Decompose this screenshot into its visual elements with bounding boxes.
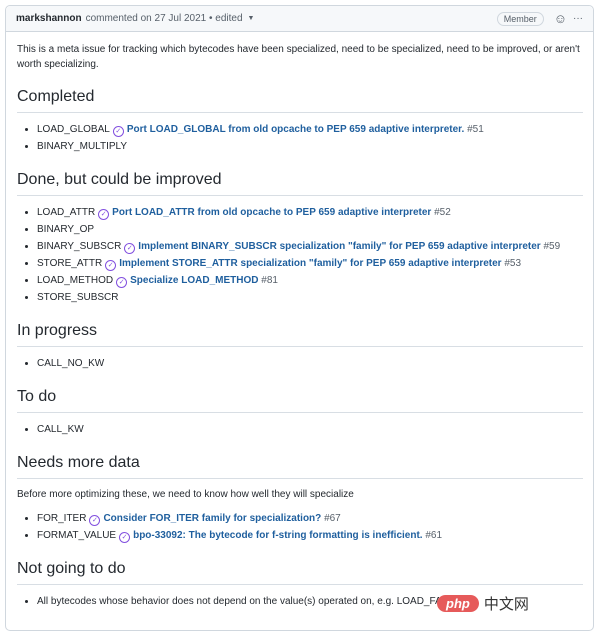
issue-number: #53 [504, 258, 522, 269]
bytecode-list: FOR_ITER✓Consider FOR_ITER family for sp… [17, 510, 583, 544]
section-heading: Done, but could be improved [17, 169, 583, 196]
bytecode-name: FORMAT_VALUE [37, 530, 117, 541]
bytecode-list: LOAD_ATTR✓Port LOAD_ATTR from old opcach… [17, 204, 583, 306]
smiley-icon[interactable]: ☺ [554, 11, 567, 26]
issue-number: #67 [324, 513, 341, 524]
bytecode-name: STORE_SUBSCR [37, 292, 119, 303]
watermark-php: php [437, 595, 479, 612]
list-item: FOR_ITER✓Consider FOR_ITER family for sp… [37, 510, 583, 527]
section-heading: Not going to do [17, 558, 583, 585]
issue-number: #81 [261, 275, 278, 286]
bytecode-name: STORE_ATTR [37, 258, 103, 269]
issue-link[interactable]: Implement STORE_ATTR specialization "fam… [119, 258, 501, 269]
bytecode-name: CALL_NO_KW [37, 358, 105, 369]
section-heading: To do [17, 386, 583, 413]
bytecode-name: FOR_ITER [37, 513, 87, 524]
kebab-icon[interactable]: ··· [573, 13, 583, 24]
bytecode-name: LOAD_GLOBAL [37, 124, 110, 135]
bytecode-name: BINARY_MULTIPLY [37, 141, 128, 152]
list-item: STORE_SUBSCR [37, 289, 583, 306]
closed-issue-icon: ✓ [119, 532, 131, 543]
issue-number: #52 [434, 207, 451, 218]
watermark-logo: php 中文网 [437, 593, 529, 614]
list-item: BINARY_SUBSCR✓Implement BINARY_SUBSCR sp… [37, 238, 583, 255]
comment-body: This is a meta issue for tracking which … [6, 32, 593, 610]
list-item: LOAD_METHOD✓Specialize LOAD_METHOD #81 [37, 272, 583, 289]
bytecode-name: BINARY_SUBSCR [37, 241, 122, 252]
comment-header: markshannon commented on 27 Jul 2021 • e… [6, 6, 593, 32]
comment-meta[interactable]: commented on 27 Jul 2021 • edited [86, 13, 243, 24]
issue-number: #51 [467, 124, 484, 135]
issue-number: #59 [543, 241, 561, 252]
list-item: LOAD_ATTR✓Port LOAD_ATTR from old opcach… [37, 204, 583, 221]
list-item: CALL_NO_KW [37, 355, 583, 372]
list-item: BINARY_MULTIPLY [37, 138, 583, 155]
section-text: Before more optimizing these, we need to… [17, 489, 354, 500]
bytecode-name: CALL_KW [37, 424, 84, 435]
bytecode-list: CALL_NO_KW [17, 355, 583, 372]
bytecode-name: All bytecodes whose behavior does not de… [37, 596, 455, 607]
intro-text: This is a meta issue for tracking which … [17, 44, 580, 70]
bytecode-name: LOAD_METHOD [37, 275, 114, 286]
bytecode-name: LOAD_ATTR [37, 207, 96, 218]
issue-number: #61 [425, 530, 443, 541]
closed-issue-icon: ✓ [105, 260, 117, 271]
closed-issue-icon: ✓ [89, 515, 101, 526]
watermark-text: 中文网 [483, 596, 529, 613]
closed-issue-icon: ✓ [124, 243, 136, 254]
role-badge: Member [496, 11, 544, 26]
issue-link[interactable]: Port LOAD_ATTR from old opcache to PEP 6… [112, 207, 431, 218]
section-heading: Completed [17, 86, 583, 113]
list-item: BINARY_OP [37, 221, 583, 238]
list-item: FORMAT_VALUE✓bpo-33092: The bytecode for… [37, 527, 583, 544]
list-item: STORE_ATTR✓Implement STORE_ATTR speciali… [37, 255, 583, 272]
section-heading: In progress [17, 320, 583, 347]
closed-issue-icon: ✓ [116, 277, 128, 288]
issue-link[interactable]: bpo-33092: The bytecode for f-string for… [133, 530, 422, 541]
chevron-down-icon[interactable]: ▼ [248, 15, 255, 22]
closed-issue-icon: ✓ [112, 126, 124, 137]
issue-link[interactable]: Specialize LOAD_METHOD [130, 275, 258, 286]
author-link[interactable]: markshannon [16, 13, 82, 24]
issue-link[interactable]: Consider FOR_ITER family for specializat… [103, 513, 321, 524]
closed-issue-icon: ✓ [98, 209, 110, 220]
issue-link[interactable]: Implement BINARY_SUBSCR specialization "… [138, 241, 540, 252]
list-item: LOAD_GLOBAL✓Port LOAD_GLOBAL from old op… [37, 121, 583, 138]
issue-comment: markshannon commented on 27 Jul 2021 • e… [5, 5, 594, 631]
bytecode-list: CALL_KW [17, 421, 583, 438]
list-item: CALL_KW [37, 421, 583, 438]
section-heading: Needs more data [17, 452, 583, 479]
bytecode-name: BINARY_OP [37, 224, 95, 235]
issue-link[interactable]: Port LOAD_GLOBAL from old opcache to PEP… [127, 124, 465, 135]
bytecode-list: LOAD_GLOBAL✓Port LOAD_GLOBAL from old op… [17, 121, 583, 155]
